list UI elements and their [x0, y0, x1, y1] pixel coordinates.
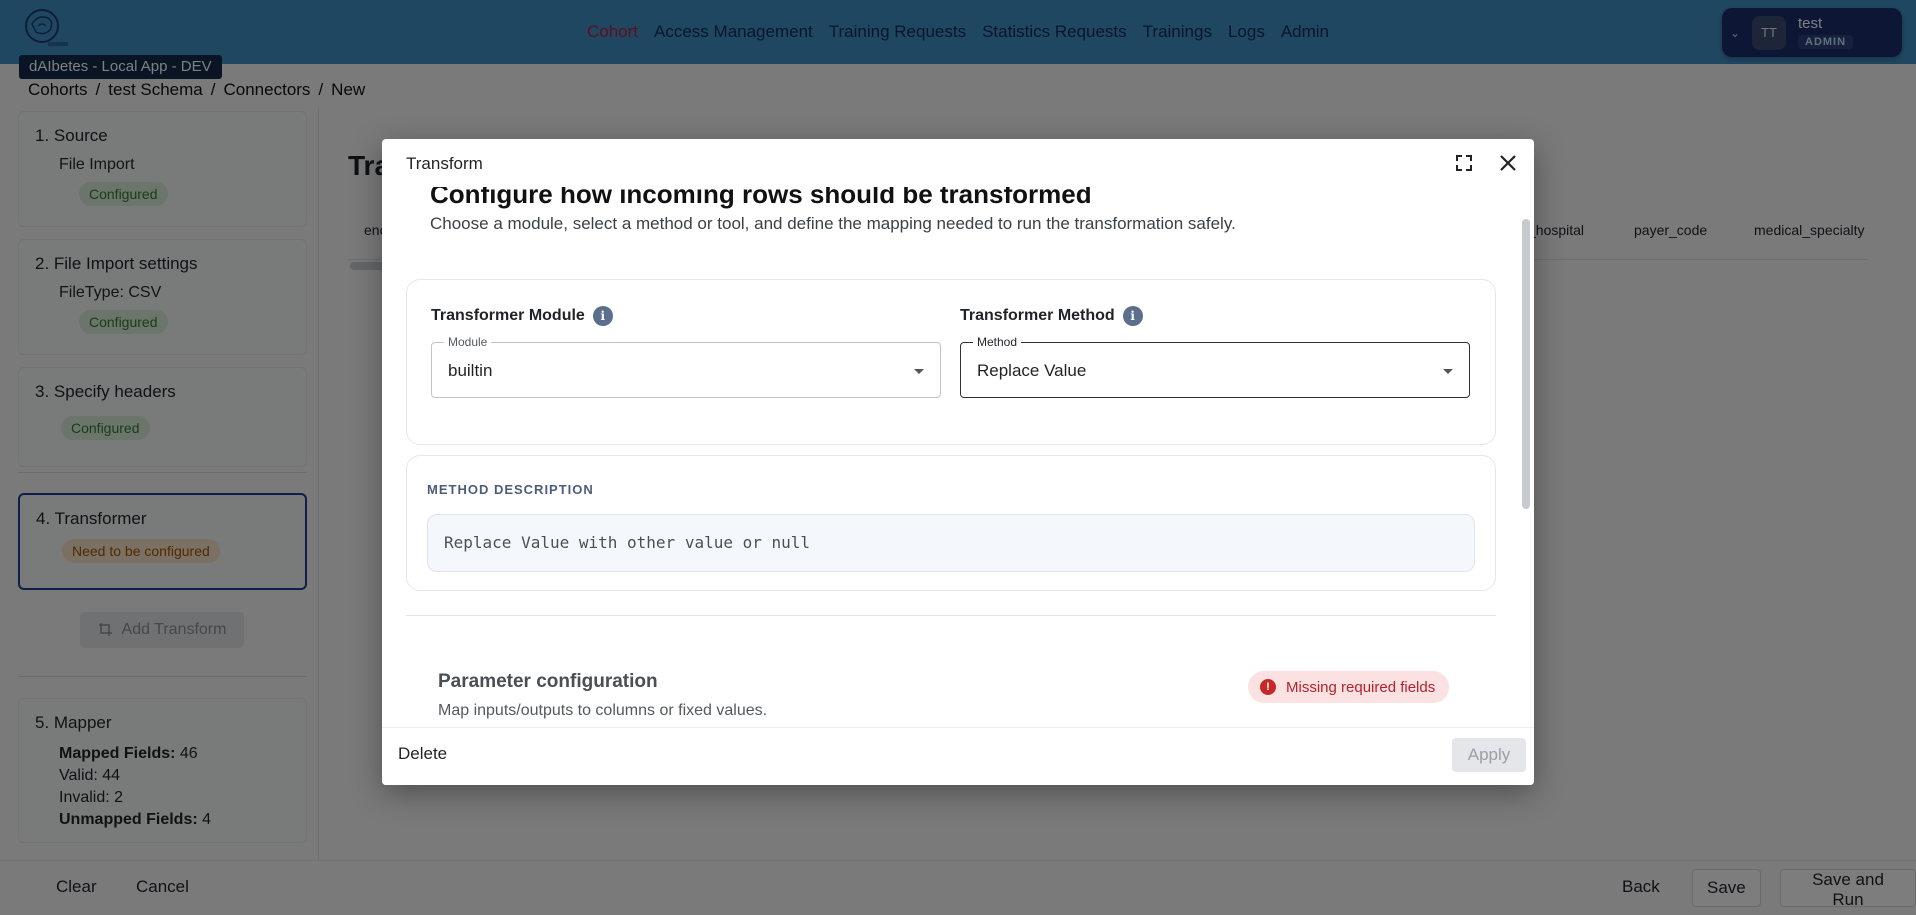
transformer-module-label: Transformer Module i — [431, 306, 613, 326]
fullscreen-icon[interactable] — [1454, 153, 1474, 173]
method-value: Replace Value — [977, 361, 1087, 380]
dialog-heading: Configure how incoming rows should be tr… — [430, 187, 1092, 209]
info-icon[interactable]: i — [1122, 306, 1143, 326]
dialog-title: Transform — [406, 154, 483, 173]
chevron-down-icon — [914, 369, 924, 374]
method-select[interactable]: Method Replace Value — [960, 335, 1470, 398]
dialog-header: Transform — [382, 139, 1534, 187]
parameter-configuration-subtitle: Map inputs/outputs to columns or fixed v… — [438, 702, 768, 719]
chevron-down-icon — [1443, 369, 1453, 374]
module-value: builtin — [448, 361, 493, 380]
method-description-card: METHOD DESCRIPTION Replace Value with ot… — [406, 455, 1496, 591]
transformer-method-label: Transformer Method i — [960, 306, 1143, 326]
transform-dialog: Transform Configure how incoming rows sh… — [382, 139, 1534, 785]
section-divider — [406, 615, 1496, 616]
dialog-description: Choose a module, select a method or tool… — [430, 214, 1236, 233]
missing-fields-badge: ! Missing required fields — [1248, 671, 1450, 703]
module-method-card: Transformer Module i Module builtin Tran… — [406, 279, 1496, 445]
info-icon[interactable]: i — [592, 306, 613, 326]
method-description-text: Replace Value with other value or null — [444, 533, 811, 552]
dialog-scroll-thumb[interactable] — [1522, 219, 1530, 509]
close-icon[interactable] — [1496, 151, 1520, 175]
dialog-footer: Delete Apply — [382, 727, 1534, 785]
method-legend: Method — [973, 335, 1022, 349]
delete-button[interactable]: Delete — [398, 744, 447, 764]
module-select[interactable]: Module builtin — [431, 335, 941, 398]
apply-button[interactable]: Apply — [1452, 738, 1526, 772]
error-icon: ! — [1260, 679, 1276, 695]
dialog-scrollbar[interactable] — [1522, 219, 1530, 727]
parameter-configuration-title: Parameter configuration — [438, 671, 658, 692]
method-description-box: Replace Value with other value or null — [427, 514, 1475, 572]
method-description-label: METHOD DESCRIPTION — [427, 482, 594, 497]
module-legend: Module — [444, 335, 492, 349]
dialog-body: Configure how incoming rows should be tr… — [382, 187, 1517, 727]
